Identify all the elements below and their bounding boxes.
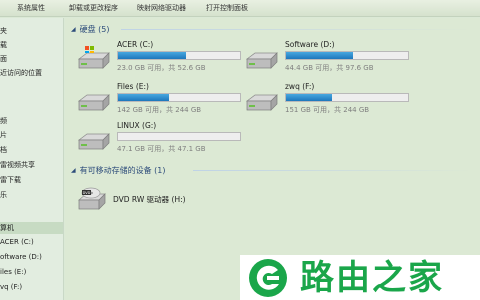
drive-name: Software (D:) [285,40,335,49]
drive-usage-bar [285,51,409,60]
drive-zwq-f[interactable]: zwq (F:) 151 GB 可用，共 244 GB [245,82,415,118]
windows-drive-icon [77,46,110,69]
drive-space-text: 142 GB 可用，共 244 GB [117,106,202,114]
hard-drive-icon [77,94,110,111]
sidebar-item-xunlei-download[interactable]: 雷下载 [0,174,63,186]
drive-name: zwq (F:) [285,82,315,91]
hard-drive-icon [77,133,110,150]
drive-usage-bar [117,51,241,60]
drive-usage-fill [286,94,333,101]
dvd-drive-icon: DVD [78,187,106,210]
drive-usage-fill [118,94,170,101]
sidebar-item-recent-places[interactable]: 近访问的位置 [0,67,63,79]
drive-name: Files (E:) [117,82,149,91]
drive-software-d[interactable]: Software (D:) 44.4 GB 可用，共 97.6 GB [245,40,415,76]
watermark-logo: 路由之家 [240,255,480,300]
sidebar-item-xunlei-video-share[interactable]: 雷视频共享 [0,159,63,171]
sidebar-item-zwq-f[interactable]: vq (F:) [0,281,63,293]
collapse-triangle-icon: ◢ [71,25,76,33]
routing-home-logo-icon [249,259,287,297]
group-divider [121,29,473,30]
sidebar-item-desktop[interactable]: 面 [0,53,63,65]
drive-linux-g[interactable]: LINUX (G:) 47.1 GB 可用，共 47.1 GB [77,121,247,157]
sidebar-item-videos[interactable]: 频 [0,115,63,127]
toolbar-uninstall-program[interactable]: 卸载或更改程序 [66,1,121,15]
drive-name: LINUX (G:) [117,121,157,130]
sidebar-item-acer-c[interactable]: ACER (C:) [0,236,63,248]
drive-space-text: 47.1 GB 可用，共 47.1 GB [117,145,206,153]
drive-dvd-rw-h[interactable]: DVD DVD RW 驱动器 (H:) [77,184,227,214]
drive-files-e[interactable]: Files (E:) 142 GB 可用，共 244 GB [77,82,247,118]
toolbar-system-properties[interactable]: 系统属性 [14,1,48,15]
sidebar-item-favorites[interactable]: 夹 [0,25,63,37]
toolbar-map-network-drive[interactable]: 映射网络驱动器 [134,1,189,15]
drive-usage-fill [118,52,187,59]
group-divider [193,170,473,171]
drive-name: DVD RW 驱动器 (H:) [113,195,186,204]
sidebar-item-downloads[interactable]: 载 [0,39,63,51]
sidebar-item-pictures[interactable]: 片 [0,129,63,141]
sidebar-item-documents[interactable]: 档 [0,144,63,156]
collapse-triangle-icon: ◢ [71,166,76,174]
sidebar-item-computer[interactable]: 算机 [0,222,63,234]
navigation-pane: 夹 载 面 近访问的位置 频 片 档 雷视频共享 雷下载 乐 算机 ACER (… [0,18,64,300]
sidebar-item-music[interactable]: 乐 [0,189,63,201]
drive-space-text: 151 GB 可用，共 244 GB [285,106,370,114]
drive-usage-bar [117,93,241,102]
drive-space-text: 44.4 GB 可用，共 97.6 GB [285,64,374,72]
watermark-text: 路由之家 [300,258,444,298]
group-title-hard-disks: 硬盘 (5) [79,24,110,34]
drive-usage-bar [117,132,241,141]
drive-usage-bar [285,93,409,102]
group-header-hard-disks[interactable]: ◢ 硬盘 (5) [71,23,110,35]
hard-drive-icon [245,52,278,69]
command-toolbar: 系统属性 卸载或更改程序 映射网络驱动器 打开控制面板 [0,0,480,17]
drive-acer-c[interactable]: ACER (C:) 23.0 GB 可用，共 52.6 GB [77,40,247,76]
drive-name: ACER (C:) [117,40,154,49]
drive-usage-fill [286,52,354,59]
group-title-removable-storage: 有可移动存储的设备 (1) [79,165,166,175]
drive-space-text: 23.0 GB 可用，共 52.6 GB [117,64,206,72]
toolbar-open-control-panel[interactable]: 打开控制面板 [203,1,251,15]
sidebar-item-files-e[interactable]: iles (E:) [0,266,63,278]
sidebar-item-software-d[interactable]: oftware (D:) [0,251,63,263]
group-header-removable-storage[interactable]: ◢ 有可移动存储的设备 (1) [71,164,166,176]
hard-drive-icon [245,94,278,111]
svg-text:DVD: DVD [83,191,91,195]
